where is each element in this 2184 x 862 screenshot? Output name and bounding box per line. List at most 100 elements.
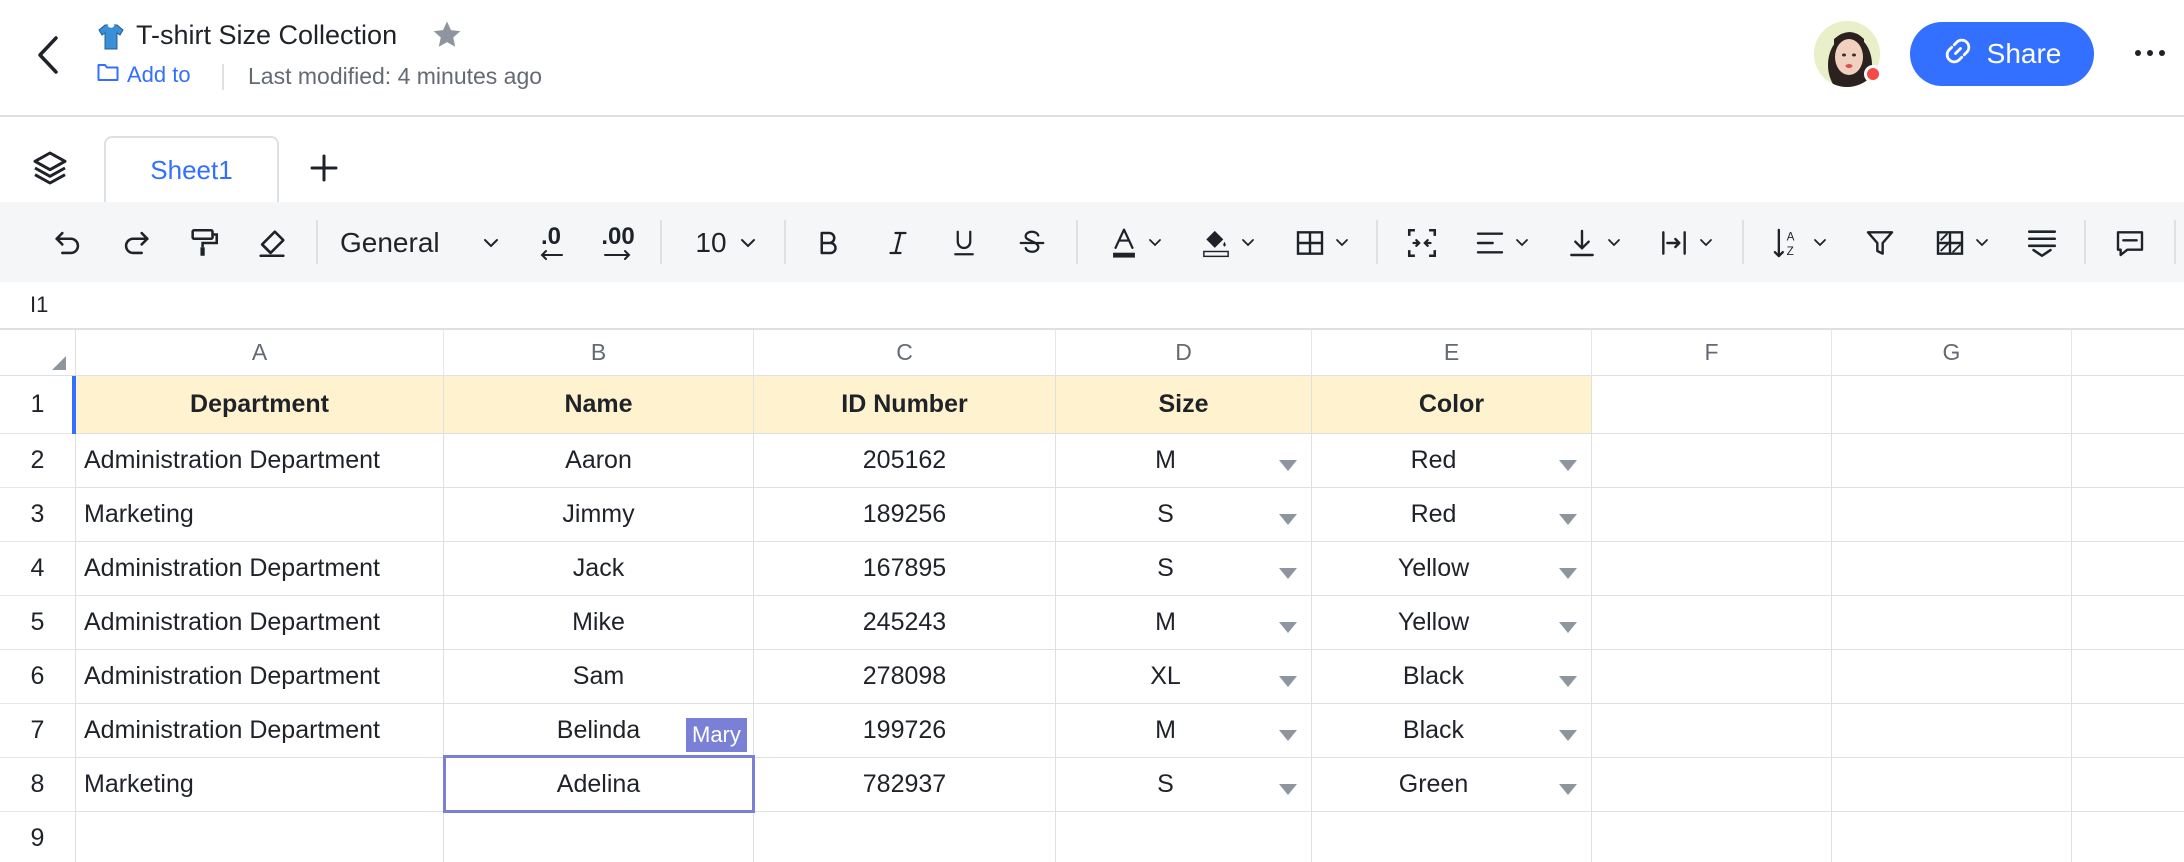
table-cell[interactable]: Sam bbox=[444, 650, 754, 704]
dropdown-cell[interactable]: M bbox=[1056, 704, 1312, 758]
table-cell[interactable]: Administration Department bbox=[76, 596, 444, 650]
table-cell[interactable] bbox=[2072, 542, 2184, 596]
table-cell[interactable] bbox=[76, 812, 444, 862]
number-format-dropdown[interactable]: General bbox=[340, 218, 500, 268]
font-size-dropdown[interactable]: 10 bbox=[690, 218, 762, 268]
star-icon[interactable] bbox=[430, 18, 464, 52]
spreadsheet-grid[interactable]: A B C D E F G 1 2 3 4 5 6 7 8 9 Department Name ID Number S… bbox=[0, 330, 2184, 862]
table-cell[interactable]: Administration Department bbox=[76, 434, 444, 488]
filter-icon[interactable] bbox=[1860, 218, 1900, 268]
add-sheet-icon[interactable] bbox=[304, 148, 344, 188]
table-cell[interactable]: Administration Department bbox=[76, 542, 444, 596]
dropdown-arrow-icon[interactable] bbox=[1559, 514, 1577, 525]
dropdown-cell[interactable]: S bbox=[1056, 758, 1312, 812]
share-button[interactable]: Share bbox=[1910, 22, 2094, 86]
merge-cells-icon[interactable] bbox=[1402, 218, 1442, 268]
table-cell[interactable] bbox=[1592, 376, 1832, 434]
dropdown-cell[interactable]: Black bbox=[1312, 650, 1592, 704]
dropdown-cell[interactable]: Red bbox=[1312, 434, 1592, 488]
strikethrough-icon[interactable] bbox=[1012, 218, 1052, 268]
dropdown-arrow-icon[interactable] bbox=[1559, 460, 1577, 471]
table-cell[interactable]: 189256 bbox=[754, 488, 1056, 542]
table-cell[interactable] bbox=[2072, 434, 2184, 488]
borders-dropdown[interactable] bbox=[1290, 218, 1354, 268]
comment-icon[interactable] bbox=[2110, 218, 2150, 268]
table-cell[interactable] bbox=[2072, 812, 2184, 862]
dropdown-cell[interactable]: M bbox=[1056, 596, 1312, 650]
table-header-cell[interactable]: Name bbox=[444, 376, 754, 434]
table-cell[interactable] bbox=[1592, 704, 1832, 758]
table-cell[interactable] bbox=[444, 812, 754, 862]
row-header-6[interactable]: 6 bbox=[0, 650, 76, 704]
dropdown-cell[interactable]: XL bbox=[1056, 650, 1312, 704]
column-header-e[interactable]: E bbox=[1312, 330, 1592, 376]
table-cell[interactable] bbox=[1592, 758, 1832, 812]
table-cell[interactable] bbox=[1832, 758, 2072, 812]
sort-dropdown[interactable]: AZ bbox=[1768, 218, 1832, 268]
dropdown-arrow-icon[interactable] bbox=[1279, 460, 1297, 471]
table-cell[interactable]: 199726 bbox=[754, 704, 1056, 758]
table-cell[interactable] bbox=[1312, 812, 1592, 862]
table-cell[interactable] bbox=[1592, 542, 1832, 596]
add-to-folder-button[interactable]: Add to bbox=[97, 62, 191, 88]
row-header-8[interactable]: 8 bbox=[0, 758, 76, 812]
table-cell[interactable] bbox=[2072, 488, 2184, 542]
more-options-icon[interactable] bbox=[2130, 38, 2170, 68]
table-cell[interactable]: Marketing bbox=[76, 488, 444, 542]
row-header-7[interactable]: 7 bbox=[0, 704, 76, 758]
fill-color-dropdown[interactable] bbox=[1196, 218, 1260, 268]
back-arrow-icon[interactable] bbox=[30, 30, 70, 80]
row-header-5[interactable]: 5 bbox=[0, 596, 76, 650]
table-cell[interactable]: Jack bbox=[444, 542, 754, 596]
table-cell[interactable]: 245243 bbox=[754, 596, 1056, 650]
table-cell[interactable] bbox=[2072, 376, 2184, 434]
table-cell[interactable] bbox=[1592, 596, 1832, 650]
column-header-f[interactable]: F bbox=[1592, 330, 1832, 376]
dropdown-cell[interactable]: Yellow bbox=[1312, 596, 1592, 650]
table-cell[interactable] bbox=[754, 812, 1056, 862]
vertical-align-dropdown[interactable] bbox=[1562, 218, 1626, 268]
row-header-1[interactable]: 1 bbox=[0, 376, 76, 434]
bold-icon[interactable] bbox=[808, 218, 848, 268]
table-cell[interactable] bbox=[1832, 650, 2072, 704]
dropdown-cell[interactable]: S bbox=[1056, 542, 1312, 596]
column-header-c[interactable]: C bbox=[754, 330, 1056, 376]
dropdown-arrow-icon[interactable] bbox=[1279, 784, 1297, 795]
italic-icon[interactable] bbox=[878, 218, 918, 268]
table-cell[interactable] bbox=[2072, 704, 2184, 758]
dropdown-arrow-icon[interactable] bbox=[1559, 784, 1577, 795]
table-header-cell[interactable]: Department bbox=[76, 376, 444, 434]
column-header-g[interactable]: G bbox=[1832, 330, 2072, 376]
table-cell[interactable]: 167895 bbox=[754, 542, 1056, 596]
table-cell[interactable]: Adelina bbox=[444, 758, 754, 812]
dropdown-cell[interactable]: Yellow bbox=[1312, 542, 1592, 596]
tab-sheet1[interactable]: Sheet1 bbox=[104, 136, 279, 202]
table-cell[interactable]: Administration Department bbox=[76, 650, 444, 704]
dropdown-arrow-icon[interactable] bbox=[1279, 676, 1297, 687]
dropdown-arrow-icon[interactable] bbox=[1279, 622, 1297, 633]
table-header-cell[interactable]: Color bbox=[1312, 376, 1592, 434]
dropdown-cell[interactable]: M bbox=[1056, 434, 1312, 488]
column-header-d[interactable]: D bbox=[1056, 330, 1312, 376]
undo-icon[interactable] bbox=[48, 218, 88, 268]
table-cell[interactable]: Mike bbox=[444, 596, 754, 650]
dropdown-arrow-icon[interactable] bbox=[1559, 568, 1577, 579]
table-cell[interactable] bbox=[1832, 488, 2072, 542]
dropdown-cell[interactable]: Green bbox=[1312, 758, 1592, 812]
text-wrap-dropdown[interactable] bbox=[1654, 218, 1718, 268]
clear-format-eraser-icon[interactable] bbox=[252, 218, 292, 268]
table-cell[interactable]: Aaron bbox=[444, 434, 754, 488]
horizontal-align-dropdown[interactable] bbox=[1470, 218, 1534, 268]
underline-icon[interactable] bbox=[944, 218, 984, 268]
table-cell[interactable] bbox=[1056, 812, 1312, 862]
table-cell[interactable] bbox=[1832, 596, 2072, 650]
conditional-format-dropdown[interactable] bbox=[1930, 218, 1994, 268]
table-cell[interactable] bbox=[1592, 650, 1832, 704]
row-header-4[interactable]: 4 bbox=[0, 542, 76, 596]
column-header-a[interactable]: A bbox=[76, 330, 444, 376]
layers-icon[interactable] bbox=[30, 148, 70, 188]
table-cell[interactable] bbox=[1832, 812, 2072, 862]
table-cell[interactable] bbox=[1832, 542, 2072, 596]
table-cell[interactable] bbox=[2072, 758, 2184, 812]
table-cell[interactable] bbox=[1592, 812, 1832, 862]
